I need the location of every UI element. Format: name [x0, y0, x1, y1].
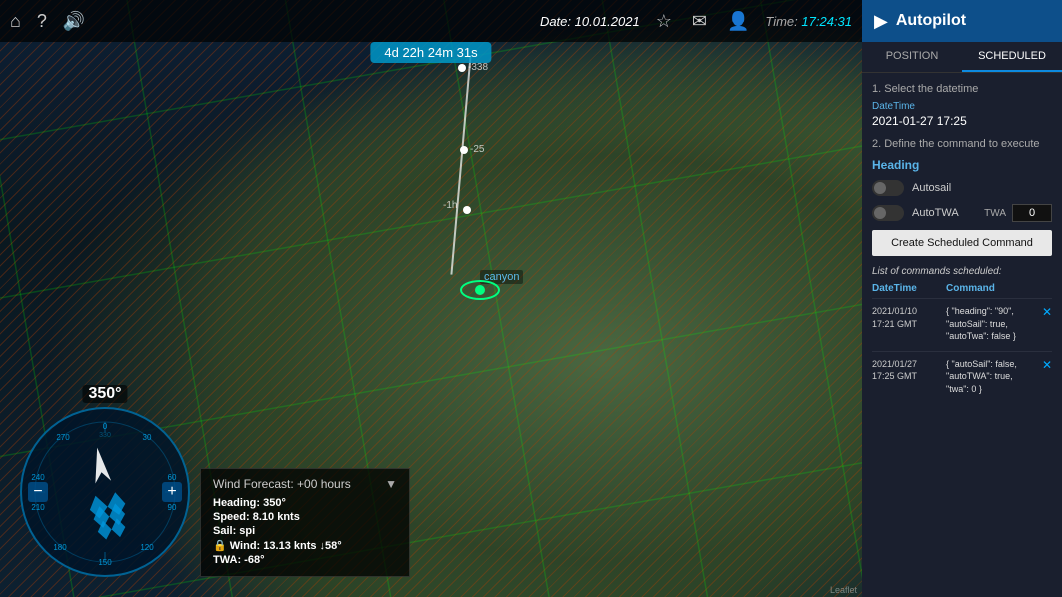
compass-svg: 0 30 60 90 120 150 180 210 240 270 330 [30, 417, 180, 567]
autosail-label: Autosail [912, 182, 951, 194]
compass-decrease-button[interactable]: − [28, 482, 48, 502]
autosail-toggle-row: Autosail [872, 180, 1052, 196]
commands-list-title: List of commands scheduled: [872, 266, 1052, 277]
autotwa-toggle-row: AutoTWA TWA [872, 204, 1052, 222]
autotwa-toggle[interactable] [872, 205, 904, 221]
svg-text:180: 180 [53, 543, 67, 552]
col-command-header: Command [946, 283, 1052, 294]
volume-icon[interactable]: 🔊 [63, 11, 85, 32]
wind-info-details: Heading: 350° Speed: 8.10 knts Sail: spi… [213, 497, 397, 566]
datetime-field-label: DateTime [872, 101, 1052, 112]
date-value: 10.01.2021 [575, 14, 640, 29]
map-attribution: Leaflet [830, 585, 857, 595]
twa-input-label: TWA [984, 208, 1006, 219]
command-row-0: 2021/01/1017:21 GMT { "heading": "90", "… [872, 298, 1052, 343]
command-1-datetime: 2021/01/2717:25 GMT [872, 358, 942, 383]
step1-label: 1. Select the datetime [872, 83, 1052, 95]
wind-panel-title: Wind Forecast: +00 hours ▼ [213, 477, 397, 491]
wind-wind: 🔒 Wind: 13.13 knts ↓58° [213, 539, 397, 552]
time-display: Time: 17:24:31 [765, 14, 852, 29]
autopilot-arrow-icon[interactable]: ▶ [874, 11, 888, 32]
wp-label-2: -25 [470, 144, 484, 155]
command-1-delete-button[interactable]: ✕ [1042, 358, 1052, 372]
wind-dropdown-icon[interactable]: ▼ [385, 477, 397, 491]
autotwa-label: AutoTWA [912, 207, 959, 219]
command-0-text: { "heading": "90", "autoSail": true, "au… [946, 305, 1038, 343]
waypoint-mid1 [460, 146, 468, 154]
compass[interactable]: 350° 0 30 60 90 120 150 180 210 240 270 … [20, 407, 190, 577]
wind-sail: Sail: spi [213, 525, 397, 537]
command-0-datetime: 2021/01/1017:21 GMT [872, 305, 942, 330]
commands-table-header: DateTime Command [872, 283, 1052, 294]
compass-increase-button[interactable]: + [162, 482, 182, 502]
svg-text:90: 90 [168, 503, 177, 512]
time-value: 17:24:31 [801, 14, 852, 29]
messages-icon[interactable]: ✉ [692, 11, 707, 32]
autopilot-body: 1. Select the datetime DateTime 2021-01-… [862, 73, 1062, 597]
svg-text:30: 30 [143, 433, 152, 442]
wind-twa: TWA: -68° [213, 554, 397, 566]
wind-heading: Heading: 350° [213, 497, 397, 509]
waypoint-top [458, 64, 466, 72]
boat-circle-inner [475, 285, 485, 295]
waypoint-mid2 [463, 206, 471, 214]
twa-input-field[interactable] [1012, 204, 1052, 222]
create-scheduled-command-button[interactable]: Create Scheduled Command [872, 230, 1052, 256]
datetime-field-value: 2021-01-27 17:25 [872, 114, 1052, 128]
twa-input-group: TWA [984, 204, 1052, 222]
heading-section-label: Heading [872, 158, 1052, 172]
autopilot-tabs: POSITION SCHEDULED [862, 42, 1062, 73]
col-datetime-header: DateTime [872, 283, 942, 294]
autopilot-panel: ▶ Autopilot POSITION SCHEDULED 1. Select… [862, 0, 1062, 597]
command-1-text: { "autoSail": false, "autoTWA": true, "t… [946, 358, 1038, 396]
wp-label-1: -338 [468, 62, 488, 73]
date-display: Date: 10.01.2021 [540, 14, 640, 29]
autopilot-title: Autopilot [896, 12, 966, 30]
map-area[interactable]: ⌂ ? 🔊 Date: 10.01.2021 ☆ ✉ 👤 Time: 17:24… [0, 0, 862, 597]
wp-label-3: -1h [443, 200, 457, 211]
center-header-icons: ☆ ✉ 👤 [656, 11, 750, 32]
tab-position[interactable]: POSITION [862, 42, 962, 72]
svg-text:240: 240 [31, 473, 45, 482]
wind-info-panel: Wind Forecast: +00 hours ▼ Heading: 350°… [200, 468, 410, 577]
svg-text:330: 330 [99, 432, 111, 439]
step2-label: 2. Define the command to execute [872, 138, 1052, 150]
help-icon[interactable]: ? [37, 11, 47, 32]
compass-heading: 350° [82, 385, 127, 403]
wind-speed: Speed: 8.10 knts [213, 511, 397, 523]
svg-text:120: 120 [140, 543, 154, 552]
command-row-1: 2021/01/2717:25 GMT { "autoSail": false,… [872, 351, 1052, 396]
star-icon[interactable]: ☆ [656, 11, 672, 32]
top-header: ⌂ ? 🔊 Date: 10.01.2021 ☆ ✉ 👤 Time: 17:24… [0, 0, 862, 42]
svg-text:210: 210 [31, 503, 45, 512]
home-icon[interactable]: ⌂ [10, 11, 21, 32]
svg-text:60: 60 [168, 473, 177, 482]
user-icon[interactable]: 👤 [727, 11, 749, 32]
autopilot-header: ▶ Autopilot [862, 0, 1062, 42]
command-0-delete-button[interactable]: ✕ [1042, 305, 1052, 319]
autosail-toggle[interactable] [872, 180, 904, 196]
eta-bubble: 4d 22h 24m 31s [370, 42, 491, 63]
tab-scheduled[interactable]: SCHEDULED [962, 42, 1062, 72]
svg-text:270: 270 [56, 433, 70, 442]
